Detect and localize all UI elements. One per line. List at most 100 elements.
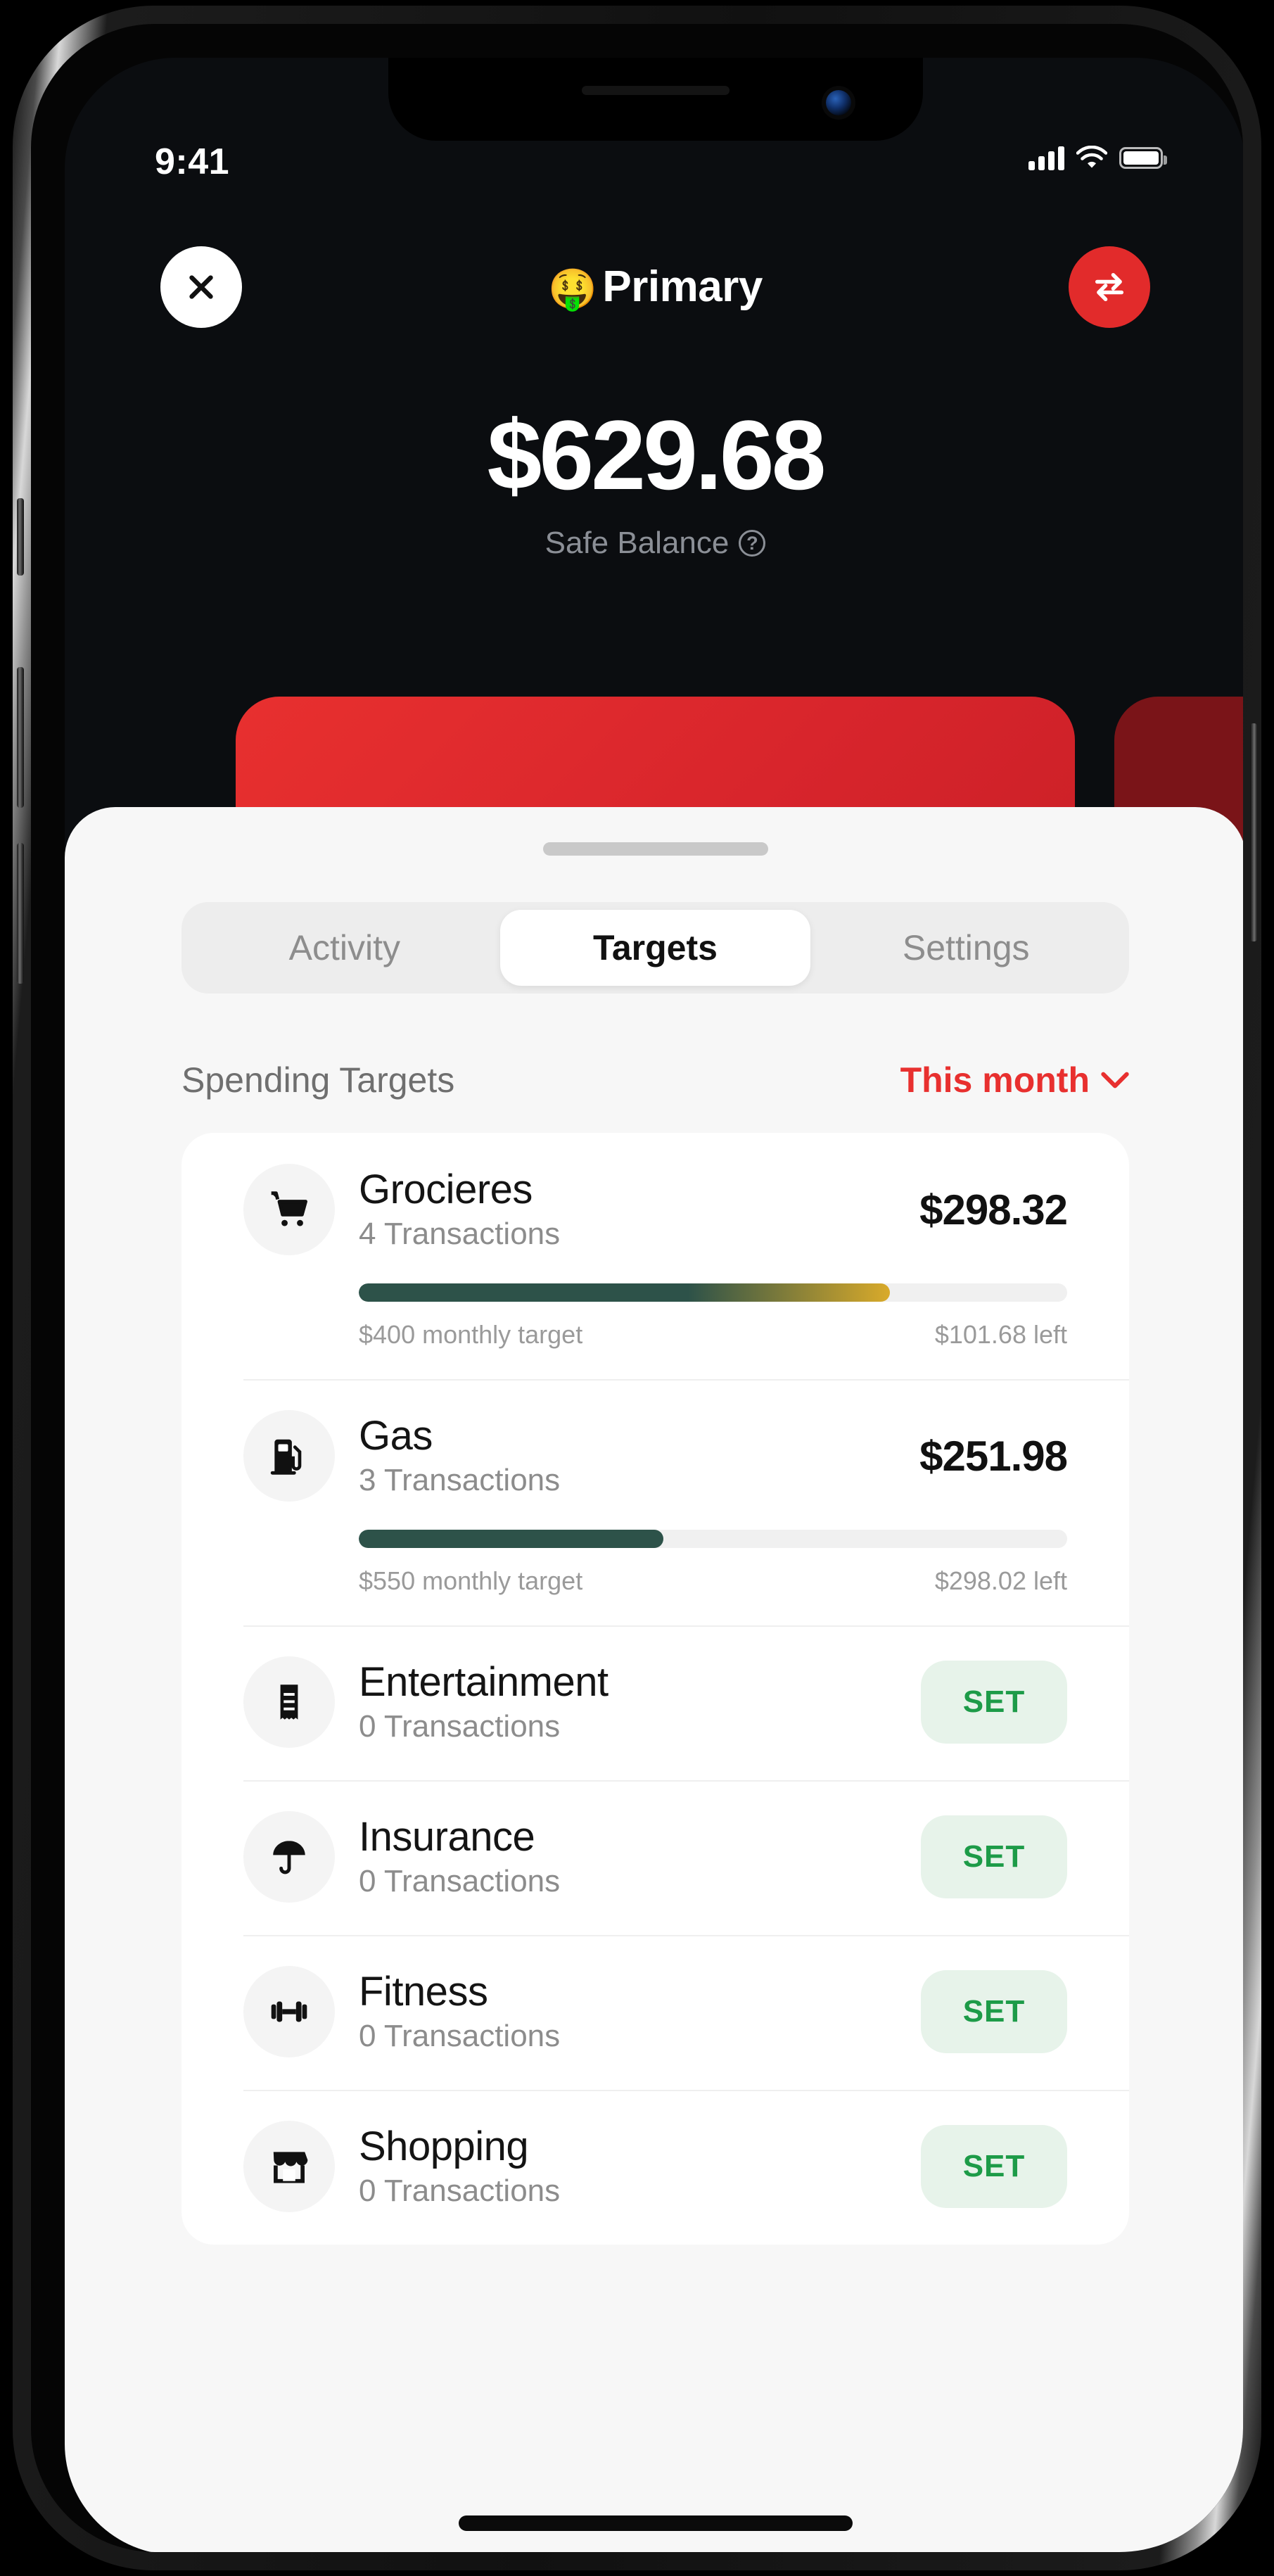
bottom-sheet: Activity Targets Settings Spending Targe… (65, 807, 1243, 2552)
progress-track (359, 1530, 1067, 1548)
category-icon-wrap (243, 1811, 335, 1903)
target-row-main: Gas 3 Transactions $251.98 (243, 1379, 1068, 1502)
progress-labels: $400 monthly target $101.68 left (359, 1320, 1067, 1379)
target-progress: $550 monthly target $298.02 left (359, 1530, 1067, 1625)
category-icon-wrap (243, 1966, 335, 2057)
category-name: Insurance (359, 1813, 535, 1860)
transaction-count: 0 Transactions (359, 1709, 561, 1744)
target-row-main: Fitness 0 Transactions SET (243, 1935, 1067, 2057)
target-row-text: Fitness 0 Transactions (359, 1969, 921, 2055)
category-name: Entertainment (359, 1658, 609, 1705)
progress-track (359, 1283, 1067, 1302)
category-name: Gas (359, 1412, 433, 1459)
section-title: Spending Targets (181, 1060, 455, 1100)
balance-block: $629.68 Safe Balance ? (65, 406, 1243, 561)
target-row-text: Gas 3 Transactions (359, 1412, 919, 1499)
remaining-label: $298.02 left (934, 1566, 1067, 1595)
money-mouth-emoji: 🤑 (548, 267, 597, 311)
app-header: 🤑 Primary (65, 246, 1243, 331)
progress-fill (359, 1283, 891, 1302)
account-name: Primary (602, 262, 763, 311)
category-name: Fitness (359, 1968, 488, 2015)
target-row[interactable]: Grocieres 4 Transactions $298.32 $400 month… (181, 1133, 1129, 1379)
row-spacer (243, 2212, 1067, 2245)
phone-frame: 9:41 🤑 Primary $629.68 Safe Balance ? Ac… (13, 6, 1261, 2570)
target-row-main: Entertainment 0 Transactions SET (243, 1625, 1067, 1748)
question-mark-icon[interactable]: ? (739, 530, 766, 557)
transfer-button[interactable] (1069, 246, 1150, 328)
row-spacer (243, 1748, 1067, 1780)
target-row[interactable]: Insurance 0 Transactions SET (181, 1780, 1129, 1935)
target-amount: $251.98 (919, 1432, 1068, 1480)
phone-screen: 9:41 🤑 Primary $629.68 Safe Balance ? Ac… (65, 58, 1243, 2552)
phone-bezel: 9:41 🤑 Primary $629.68 Safe Balance ? Ac… (31, 24, 1243, 2552)
transaction-count: 0 Transactions (359, 1864, 561, 1899)
section-header: Spending Targets This month (181, 1060, 1129, 1100)
tab-bar: Activity Targets Settings (181, 902, 1129, 994)
transaction-count: 0 Transactions (359, 2019, 561, 2054)
category-icon-wrap (243, 1410, 335, 1502)
gas-pump-icon (270, 1439, 302, 1475)
progress-labels: $550 monthly target $298.02 left (359, 1566, 1067, 1625)
target-row-main: Insurance 0 Transactions SET (243, 1780, 1067, 1903)
battery-full-icon (1119, 146, 1167, 169)
balance-label: Safe Balance (544, 526, 730, 560)
power-button[interactable] (1250, 723, 1257, 941)
wifi-icon (1076, 146, 1107, 168)
category-name: Grocieres (359, 1166, 533, 1212)
volume-up-button[interactable] (17, 667, 24, 808)
transaction-count: 4 Transactions (359, 1217, 561, 1252)
set-target-button[interactable]: SET (921, 2125, 1067, 2208)
home-indicator[interactable] (458, 2515, 853, 2531)
sheet-drag-handle[interactable] (542, 842, 768, 856)
transaction-count: 0 Transactions (359, 2174, 561, 2209)
remaining-label: $101.68 left (934, 1320, 1067, 1349)
ticket-icon (280, 1684, 298, 1720)
target-row[interactable]: Shopping 0 Transactions SET (181, 2090, 1129, 2245)
earpiece-speaker-icon (581, 86, 730, 95)
category-icon-wrap (243, 2121, 335, 2212)
monthly-target-label: $400 monthly target (359, 1320, 583, 1349)
silent-switch[interactable] (17, 498, 24, 576)
transfer-swap-icon (1095, 272, 1124, 302)
target-row-text: Entertainment 0 Transactions (359, 1658, 921, 1745)
target-row-text: Shopping 0 Transactions (359, 2124, 921, 2209)
umbrella-icon (273, 1841, 305, 1874)
category-name: Shopping (359, 2123, 529, 2169)
target-row[interactable]: Gas 3 Transactions $251.98 $550 monthly tar… (181, 1379, 1129, 1625)
balance-label-row: Safe Balance ? (65, 526, 1243, 561)
period-selector[interactable]: This month (900, 1060, 1129, 1100)
status-time: 9:41 (155, 141, 230, 182)
progress-fill (359, 1530, 663, 1548)
store-icon (273, 2152, 308, 2183)
category-icon-wrap (243, 1656, 335, 1748)
target-row[interactable]: Entertainment 0 Transactions SET (181, 1625, 1129, 1780)
tab-activity[interactable]: Activity (189, 910, 500, 986)
period-label: This month (900, 1060, 1090, 1100)
category-icon-wrap (243, 1164, 335, 1255)
volume-down-button[interactable] (17, 843, 24, 984)
balance-amount: $629.68 (487, 400, 826, 510)
set-target-button[interactable]: SET (921, 1815, 1067, 1898)
page-title: 🤑 Primary (65, 262, 1243, 312)
tab-settings[interactable]: Settings (810, 910, 1121, 986)
set-target-button[interactable]: SET (921, 1970, 1067, 2053)
shopping-cart-icon (271, 1191, 307, 1226)
status-icons (1028, 145, 1167, 170)
chevron-down-icon (1101, 1072, 1129, 1089)
monthly-target-label: $550 monthly target (359, 1566, 583, 1595)
tab-targets[interactable]: Targets (499, 910, 811, 986)
target-row-text: Grocieres 4 Transactions (359, 1167, 919, 1252)
target-row-text: Insurance 0 Transactions (359, 1813, 921, 1900)
target-progress: $400 monthly target $101.68 left (359, 1283, 1067, 1379)
transaction-count: 3 Transactions (359, 1463, 561, 1498)
dumbbell-icon (271, 2001, 307, 2022)
front-camera-icon (825, 90, 851, 115)
target-row-main: Shopping 0 Transactions SET (243, 2090, 1067, 2212)
row-spacer (243, 1903, 1067, 1935)
target-amount: $298.32 (919, 1186, 1068, 1233)
target-row[interactable]: Fitness 0 Transactions SET (181, 1935, 1129, 2090)
set-target-button[interactable]: SET (921, 1661, 1067, 1744)
row-spacer (243, 2057, 1067, 2090)
cellular-signal-icon (1028, 145, 1064, 170)
